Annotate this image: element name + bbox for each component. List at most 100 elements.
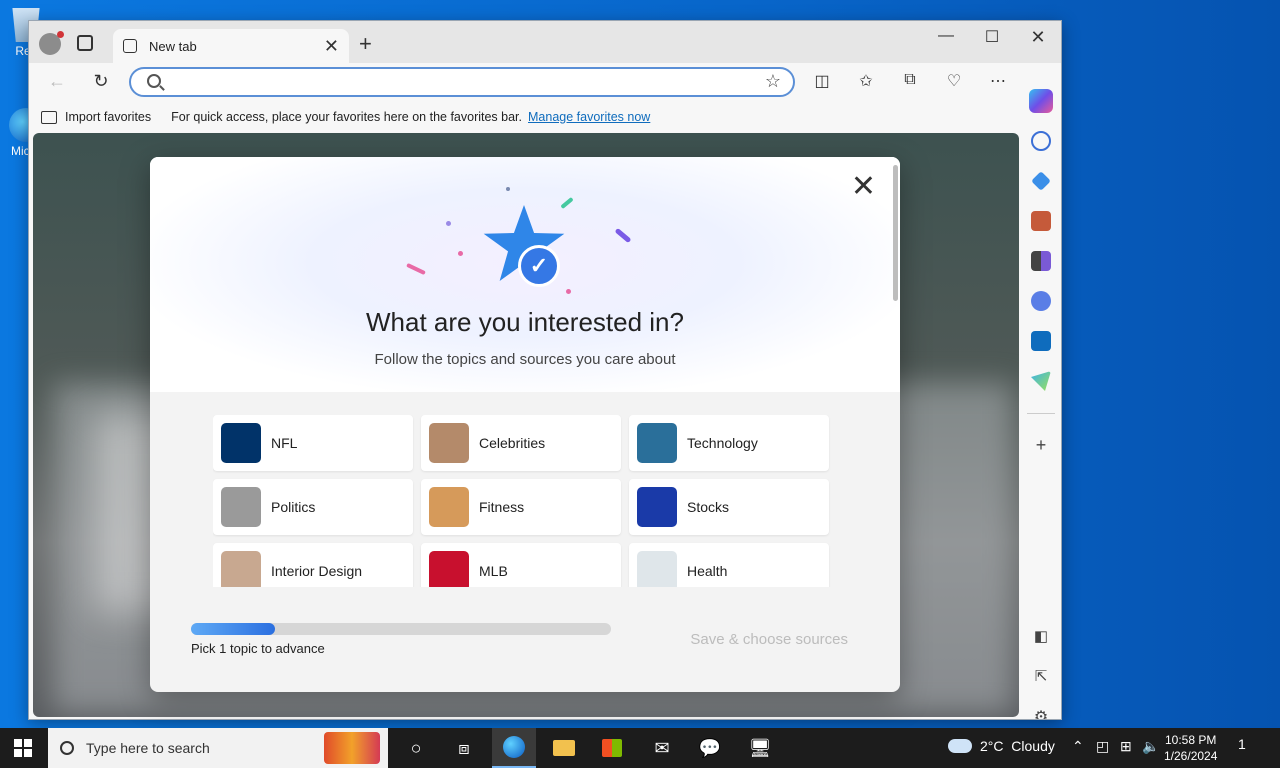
tray-volume-muted-icon[interactable]: 🔈: [1142, 738, 1159, 755]
topic-card[interactable]: Stocks: [629, 479, 829, 535]
confetti-decoration: [458, 251, 463, 256]
topic-card[interactable]: Technology: [629, 415, 829, 471]
weather-widget[interactable]: 2°C Cloudy: [948, 738, 1055, 754]
modal-heading: What are you interested in?: [366, 307, 684, 337]
favorite-star-icon[interactable]: ☆: [765, 71, 781, 92]
window-close-icon[interactable]: ✕: [1015, 27, 1061, 48]
manage-favorites-link[interactable]: Manage favorites now: [528, 110, 650, 124]
topic-interior-design-icon: [221, 551, 261, 587]
favorites-bar: Import favorites For quick access, place…: [29, 101, 1061, 133]
topic-politics-icon: [221, 487, 261, 527]
minimize-icon[interactable]: —: [923, 27, 969, 45]
topic-label: Health: [687, 563, 728, 579]
mail-envelope-icon[interactable]: ✉: [640, 728, 684, 768]
remote-desktop-icon[interactable]: 🖥: [738, 728, 782, 768]
file-explorer-folder-icon[interactable]: [542, 728, 586, 768]
task-view-icon[interactable]: ⧈: [442, 728, 486, 768]
more-menu-icon[interactable]: ⋯: [985, 71, 1011, 91]
cloud-weather-icon: [948, 739, 972, 753]
topic-label: Politics: [271, 499, 316, 515]
clock-date: 1/26/2024: [1164, 749, 1218, 763]
topic-card[interactable]: NFL: [213, 415, 413, 471]
topic-technology-icon: [637, 423, 677, 463]
checkmark-badge-icon: ✓: [518, 245, 560, 287]
modal-close-icon[interactable]: ✕: [851, 169, 876, 204]
topic-card[interactable]: Politics: [213, 479, 413, 535]
navigation-toolbar: ← ↻ ☆ ◫ ✩ ⧉ ♡ ⋯: [29, 63, 1061, 101]
hide-sidebar-icon[interactable]: ◧: [1029, 627, 1053, 645]
confetti-decoration: [506, 187, 510, 191]
import-favorites-button[interactable]: Import favorites: [65, 110, 151, 124]
copilot-icon[interactable]: [1029, 89, 1053, 113]
address-search-icon: [147, 74, 161, 88]
tray-meet-now-icon[interactable]: ◰: [1096, 738, 1109, 755]
tray-chevron-up-icon[interactable]: ⌃: [1072, 738, 1084, 755]
topic-nfl-icon: [221, 423, 261, 463]
feedback-hub-icon[interactable]: 💬: [688, 728, 732, 768]
shopping-tag-icon[interactable]: [1031, 171, 1051, 191]
clock-time: 10:58 PM: [1165, 733, 1217, 747]
tab-title: New tab: [149, 38, 197, 54]
refresh-icon[interactable]: ↻: [89, 71, 113, 92]
taskbar: Type here to search ○ ⧈ ✉ 💬 🖥 2°C Cloudy…: [0, 728, 1280, 768]
topic-stocks-icon: [637, 487, 677, 527]
save-choose-sources-button[interactable]: Save & choose sources: [690, 631, 848, 648]
outlook-icon[interactable]: [1031, 331, 1051, 351]
address-input[interactable]: [175, 72, 755, 92]
sidebar-add-icon[interactable]: +: [1029, 435, 1053, 456]
external-link-icon[interactable]: ⇱: [1029, 667, 1053, 685]
progress-fill: [191, 623, 275, 635]
right-sidebar: + ◧ ⇱ ⚙: [1021, 63, 1061, 719]
topic-card[interactable]: Health: [629, 543, 829, 587]
address-bar[interactable]: ☆: [129, 67, 795, 97]
topic-card[interactable]: Fitness: [421, 479, 621, 535]
sidebar-search-icon[interactable]: [1031, 131, 1051, 151]
tab-actions-icon[interactable]: [77, 35, 93, 51]
browser-essentials-icon[interactable]: ♡: [941, 71, 967, 91]
topic-mlb-icon: [429, 551, 469, 587]
topic-card[interactable]: MLB: [421, 543, 621, 587]
microsoft-365-icon[interactable]: [1031, 291, 1051, 311]
modal-scrollbar[interactable]: [893, 165, 898, 301]
collections-icon[interactable]: ⧉: [897, 71, 923, 89]
topic-card[interactable]: Interior Design: [213, 543, 413, 587]
maximize-icon[interactable]: ☐: [969, 27, 1015, 47]
start-windows-icon[interactable]: [14, 739, 32, 757]
topic-health-icon: [637, 551, 677, 587]
topic-label: Technology: [687, 435, 758, 451]
split-screen-icon[interactable]: ◫: [809, 71, 835, 91]
topic-label: Fitness: [479, 499, 525, 515]
taskbar-clock[interactable]: 10:58 PM 1/26/2024: [1164, 732, 1217, 764]
topic-label: Celebrities: [479, 435, 546, 451]
games-chess-icon[interactable]: [1031, 251, 1051, 271]
tab-bar: New tab ✕ + — ☐ ✕: [29, 21, 1061, 63]
tab-new-tab[interactable]: New tab ✕: [113, 29, 349, 63]
notification-center-icon[interactable]: 1: [1238, 736, 1262, 758]
favorites-bar-message: For quick access, place your favorites h…: [171, 110, 523, 124]
profile-avatar-icon[interactable]: [39, 31, 64, 55]
sidebar-settings-gear-icon[interactable]: ⚙: [1029, 707, 1053, 719]
new-tab-favicon-icon: [123, 39, 137, 53]
favorites-icon[interactable]: ✩: [853, 71, 879, 91]
topic-label: Stocks: [687, 499, 730, 515]
taskbar-search-icon: [60, 741, 74, 755]
taskbar-search-box[interactable]: Type here to search: [48, 728, 388, 768]
send-paper-plane-icon[interactable]: [1031, 371, 1051, 391]
tab-close-icon[interactable]: ✕: [324, 36, 339, 57]
import-folder-icon: [41, 110, 57, 124]
tray-network-icon[interactable]: ⊞: [1120, 738, 1132, 755]
confetti-decoration: [446, 221, 451, 226]
new-tab-plus-icon[interactable]: +: [359, 31, 372, 57]
topic-label: MLB: [479, 563, 508, 579]
weather-condition: Cloudy: [1011, 738, 1055, 754]
tools-briefcase-icon[interactable]: [1031, 211, 1051, 231]
taskbar-edge-icon[interactable]: [492, 728, 536, 768]
cortana-circle-icon[interactable]: ○: [394, 728, 438, 768]
microsoft-store-icon[interactable]: [590, 728, 634, 768]
interests-modal: ✕ ✓ What are you interested in? Follow t…: [150, 157, 900, 692]
topic-card[interactable]: Celebrities: [421, 415, 621, 471]
back-arrow-icon[interactable]: ←: [45, 71, 69, 92]
modal-subheading: Follow the topics and sources you care a…: [374, 351, 676, 368]
pick-topic-hint: Pick 1 topic to advance: [191, 641, 325, 656]
sidebar-separator: [1027, 413, 1055, 414]
